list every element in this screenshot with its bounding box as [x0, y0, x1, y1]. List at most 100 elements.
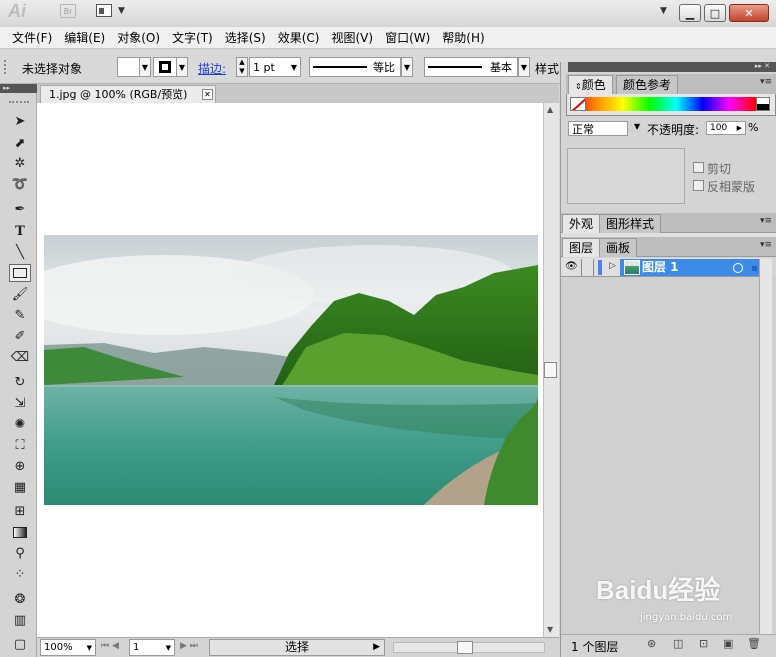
magic-wand-tool-icon[interactable]: ✲	[9, 154, 31, 172]
menu-help[interactable]: 帮助(H)	[436, 27, 490, 49]
clip-checkbox[interactable]	[693, 162, 704, 173]
stroke-swatch[interactable]	[153, 57, 177, 77]
selection-tool-icon[interactable]: ➤	[9, 112, 31, 130]
fill-swatch[interactable]	[117, 57, 141, 77]
black-white-swatch[interactable]	[756, 97, 770, 111]
lasso-tool-icon[interactable]: ➰	[9, 175, 31, 193]
close-icon[interactable]: ✕	[202, 89, 213, 100]
locate-object-icon[interactable]: ⊛	[647, 637, 656, 650]
menu-select[interactable]: 选择(S)	[219, 27, 272, 49]
mask-thumbnail[interactable]	[567, 148, 685, 204]
bridge-button[interactable]: Br	[60, 4, 76, 18]
symbol-sprayer-tool-icon[interactable]: ❂	[9, 590, 31, 608]
menu-type[interactable]: 文字(T)	[166, 27, 219, 49]
menu-effect[interactable]: 效果(C)	[272, 27, 326, 49]
pen-tool-icon[interactable]: ✒	[9, 200, 31, 218]
blend-tool-icon[interactable]: ⁘	[9, 565, 31, 583]
minimize-button[interactable]: ▁	[679, 4, 701, 22]
illustrator-logo: Ai	[8, 1, 26, 21]
artboard-navigation-field[interactable]: 1 ▼	[129, 639, 175, 656]
scroll-down-icon[interactable]: ▼	[547, 625, 553, 634]
line-segment-tool-icon[interactable]: ╲	[9, 243, 31, 261]
perspective-grid-tool-icon[interactable]: ▦	[9, 478, 31, 496]
lock-toggle[interactable]	[581, 259, 594, 276]
color-spectrum[interactable]	[570, 97, 756, 111]
selection-status: 未选择对象	[22, 62, 83, 76]
create-sublayer-icon[interactable]: ⊡	[699, 637, 708, 650]
placed-landscape-image[interactable]	[14, 235, 538, 505]
fill-dropdown[interactable]: ▼	[139, 57, 151, 77]
mesh-tool-icon[interactable]: ⊞	[9, 502, 31, 520]
new-layer-icon[interactable]: ▣	[723, 637, 733, 650]
close-button[interactable]: ✕	[729, 4, 769, 22]
rotate-tool-icon[interactable]: ↻	[9, 373, 31, 391]
brush-definition[interactable]: 基本	[424, 57, 518, 77]
warp-tool-icon[interactable]: ✺	[9, 415, 31, 433]
panel-collapse-bar[interactable]: ▸▸ ✕	[568, 62, 776, 72]
layer-name[interactable]: 图层 1	[620, 259, 770, 276]
current-tool-status[interactable]: 选择 ▶	[209, 639, 385, 656]
first-artboard-icon[interactable]: ⏮ ◀	[101, 641, 119, 651]
grip-handle[interactable]	[4, 60, 8, 74]
menu-file[interactable]: 文件(F)	[6, 27, 58, 49]
layers-scrollbar[interactable]	[759, 259, 772, 634]
artboard-tool-icon[interactable]: ▢	[9, 635, 31, 653]
grip-handle[interactable]	[9, 101, 29, 103]
horizontal-scroll-thumb[interactable]	[457, 641, 473, 654]
collapse-tools-icon[interactable]: ▸▸	[0, 84, 37, 93]
stroke-dropdown[interactable]: ▼	[176, 57, 188, 77]
free-transform-tool-icon[interactable]: ⛶	[9, 436, 31, 454]
opacity-field[interactable]: 100 ▶	[706, 121, 746, 135]
menu-view[interactable]: 视图(V)	[325, 27, 379, 49]
tab-appearance[interactable]: 外观	[562, 214, 601, 233]
menu-window[interactable]: 窗口(W)	[379, 27, 436, 49]
shape-builder-tool-icon[interactable]: ⊕	[9, 457, 31, 475]
tab-layers[interactable]: 图层	[562, 238, 601, 257]
zoom-field[interactable]: 100% ▼	[40, 639, 96, 656]
next-artboard-icon[interactable]: ▶ ⏭	[180, 641, 198, 651]
chevron-down-icon[interactable]: ▼	[634, 122, 640, 131]
profile-dropdown[interactable]: ▼	[401, 57, 413, 77]
tab-graphic-styles[interactable]: 图形样式	[599, 214, 662, 233]
type-tool-icon[interactable]: T	[9, 222, 31, 240]
tab-artboards[interactable]: 画板	[599, 238, 638, 257]
appearance-tabbar: 外观 图形样式 ▾≡	[561, 213, 776, 233]
disclosure-triangle-icon[interactable]: ▷	[609, 261, 616, 271]
brush-dropdown[interactable]: ▼	[518, 57, 530, 77]
eye-icon[interactable]: 👁	[565, 261, 578, 272]
paintbrush-tool-icon[interactable]: 🖌	[9, 285, 31, 303]
eraser-tool-icon[interactable]: ⌫	[9, 348, 31, 366]
rectangle-tool-icon[interactable]	[9, 264, 31, 282]
tab-color-guide[interactable]: 颜色参考	[616, 75, 679, 94]
tab-color[interactable]: ⇕颜色	[568, 75, 613, 94]
none-swatch[interactable]	[570, 97, 586, 111]
make-clipping-mask-icon[interactable]: ◫	[673, 637, 683, 650]
blend-mode-select[interactable]: 正常	[568, 121, 628, 136]
blob-brush-tool-icon[interactable]: ✐	[9, 327, 31, 345]
stroke-label[interactable]: 描边:	[198, 60, 226, 77]
variable-width-profile[interactable]: 等比	[309, 57, 401, 77]
arrange-documents-icon[interactable]	[96, 4, 112, 17]
direct-selection-tool-icon[interactable]: ⬈	[9, 134, 31, 152]
gradient-tool-icon[interactable]	[9, 523, 31, 541]
stroke-weight-field[interactable]: 1 pt ▼	[249, 57, 301, 77]
panel-menu-icon[interactable]: ▾≡	[760, 240, 772, 250]
column-graph-tool-icon[interactable]: ▥	[9, 611, 31, 629]
workspace-switcher-icon[interactable]: ▼	[660, 6, 667, 16]
target-icon[interactable]	[733, 263, 743, 273]
menu-edit[interactable]: 编辑(E)	[58, 27, 111, 49]
scale-tool-icon[interactable]: ⇲	[9, 394, 31, 412]
menu-object[interactable]: 对象(O)	[111, 27, 166, 49]
eyedropper-tool-icon[interactable]: ⚲	[9, 544, 31, 562]
pencil-tool-icon[interactable]: ✎	[9, 306, 31, 324]
panel-menu-icon[interactable]: ▾≡	[760, 77, 772, 87]
vertical-scroll-thumb[interactable]	[544, 362, 557, 378]
chevron-down-icon[interactable]: ▼	[118, 6, 125, 16]
maximize-button[interactable]: □	[704, 4, 726, 22]
document-tab[interactable]: 1.jpg @ 100% (RGB/预览)	[40, 85, 216, 103]
invert-mask-checkbox[interactable]	[693, 180, 704, 191]
panel-menu-icon[interactable]: ▾≡	[760, 216, 772, 226]
stroke-stepper[interactable]: ▲ ▼	[236, 57, 248, 77]
scroll-up-icon[interactable]: ▲	[547, 105, 553, 114]
trash-icon[interactable]: 🗑	[747, 637, 761, 650]
